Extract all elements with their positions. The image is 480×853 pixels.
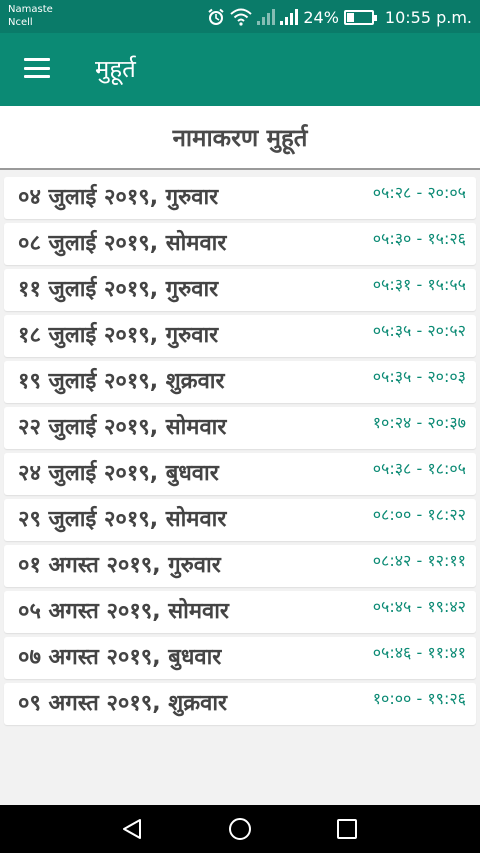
list-item-time: ०८:०० - १८:२२ <box>372 505 466 524</box>
list-item-date: २२ जुलाई २०१९, सोमवार <box>18 415 227 440</box>
list-item-date: २९ जुलाई २०१९, सोमवार <box>18 507 227 532</box>
list-item-date: १९ जुलाई २०१९, शुक्रवार <box>18 369 225 394</box>
signal-icon-2 <box>280 9 299 25</box>
carrier-line-2: Ncell <box>8 17 33 28</box>
list-item[interactable]: २२ जुलाई २०१९, सोमवार १०:२४ - २०:३७ <box>4 407 476 449</box>
list-item[interactable]: १८ जुलाई २०१९, गुरुवार ०५:३५ - २०:५२ <box>4 315 476 357</box>
muhurta-list: ०४ जुलाई २०१९, गुरुवार ०५:२८ - २०:०५ ०८ … <box>0 177 480 729</box>
status-bar: Namaste Ncell 24% 10:55 p.m. <box>0 0 480 33</box>
list-item-date: ०१ अगस्त २०१९, गुरुवार <box>18 553 221 578</box>
list-item-time: ०५:३८ - १८:०५ <box>372 459 466 478</box>
battery-percent: 24% <box>303 7 339 27</box>
section-title: नामाकरण मुहूर्त <box>172 124 308 152</box>
wifi-icon <box>230 8 252 26</box>
list-item-time: ०५:२८ - २०:०५ <box>372 183 466 202</box>
list-item-date: ०४ जुलाई २०१९, गुरुवार <box>18 185 219 210</box>
list-item-time: १०:२४ - २०:३७ <box>372 413 466 432</box>
list-item-time: ०५:३० - १५:२६ <box>372 229 466 248</box>
list-item-time: ०५:३१ - १५:५५ <box>372 275 466 294</box>
list-item-date: ०८ जुलाई २०१९, सोमवार <box>18 231 227 256</box>
carrier-info: Namaste Ncell <box>8 3 53 29</box>
list-item[interactable]: २९ जुलाई २०१९, सोमवार ०८:०० - १८:२२ <box>4 499 476 541</box>
back-triangle-icon[interactable] <box>121 818 143 840</box>
recent-apps-square-icon[interactable] <box>337 819 357 839</box>
list-item-date: १८ जुलाई २०१९, गुरुवार <box>18 323 219 348</box>
battery-icon <box>343 9 377 25</box>
navigation-bar <box>0 805 480 853</box>
list-item-time: ०५:४५ - १९:४२ <box>372 597 466 616</box>
status-time: 10:55 p.m. <box>384 7 472 27</box>
list-item-time: ०५:३५ - २०:५२ <box>372 321 466 340</box>
status-icons: 24% 10:55 p.m. <box>207 6 472 28</box>
list-item[interactable]: ०५ अगस्त २०१९, सोमवार ०५:४५ - १९:४२ <box>4 591 476 633</box>
list-item-date: ०७ अगस्त २०१९, बुधवार <box>18 645 222 670</box>
section-header: नामाकरण मुहूर्त <box>0 106 480 170</box>
signal-icon <box>257 9 276 25</box>
list-item[interactable]: ०१ अगस्त २०१९, गुरुवार ०८:४२ - १२:११ <box>4 545 476 587</box>
list-item[interactable]: १९ जुलाई २०१९, शुक्रवार ०५:३५ - २०:०३ <box>4 361 476 403</box>
list-item[interactable]: ११ जुलाई २०१९, गुरुवार ०५:३१ - १५:५५ <box>4 269 476 311</box>
hamburger-menu-icon[interactable] <box>24 58 50 78</box>
carrier-line-1: Namaste <box>8 4 53 15</box>
list-item[interactable]: ०७ अगस्त २०१९, बुधवार ०५:४६ - ११:४१ <box>4 637 476 679</box>
list-item[interactable]: २४ जुलाई २०१९, बुधवार ०५:३८ - १८:०५ <box>4 453 476 495</box>
list-item-time: ०५:४६ - ११:४१ <box>372 643 466 662</box>
app-bar: मुहूर्त <box>0 33 480 106</box>
list-item-date: ११ जुलाई २०१९, गुरुवार <box>18 277 219 302</box>
list-item[interactable]: ०८ जुलाई २०१९, सोमवार ०५:३० - १५:२६ <box>4 223 476 265</box>
app-title: मुहूर्त <box>95 55 136 83</box>
list-item-date: ०९ अगस्त २०१९, शुक्रवार <box>18 691 228 716</box>
list-item-time: १०:०० - १९:२६ <box>372 689 466 708</box>
list-item-time: ०८:४२ - १२:११ <box>372 551 466 570</box>
alarm-icon <box>208 8 224 25</box>
list-item-date: २४ जुलाई २०१९, बुधवार <box>18 461 219 486</box>
list-item-time: ०५:३५ - २०:०३ <box>372 367 466 386</box>
list-item[interactable]: ०४ जुलाई २०१९, गुरुवार ०५:२८ - २०:०५ <box>4 177 476 219</box>
home-circle-icon[interactable] <box>229 818 251 840</box>
list-item-date: ०५ अगस्त २०१९, सोमवार <box>18 599 229 624</box>
list-item[interactable]: ०९ अगस्त २०१९, शुक्रवार १०:०० - १९:२६ <box>4 683 476 725</box>
